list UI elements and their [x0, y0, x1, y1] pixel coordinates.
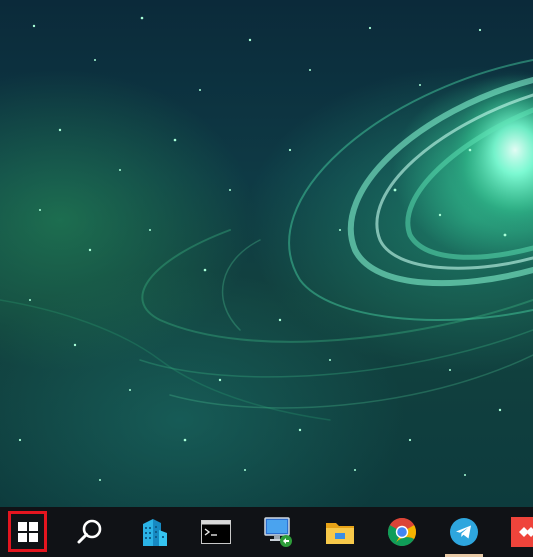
search-button[interactable] [66, 507, 114, 557]
taskbar-anydesk[interactable] [502, 507, 533, 557]
buildings-app-icon [143, 519, 167, 546]
folder-icon [326, 523, 354, 544]
taskbar-app-buildings[interactable] [130, 507, 178, 557]
chrome-icon [388, 518, 416, 546]
telegram-icon [450, 518, 478, 546]
desktop-wallpaper [0, 0, 533, 507]
taskbar [0, 507, 533, 557]
taskbar-remote-desktop[interactable] [254, 507, 302, 557]
windows-logo-icon [18, 522, 38, 542]
anydesk-icon [511, 517, 533, 547]
start-button[interactable] [4, 507, 52, 557]
taskbar-chrome[interactable] [378, 507, 426, 557]
search-icon [77, 519, 102, 544]
nebula-artwork [0, 16, 533, 481]
remote-desktop-icon [264, 517, 292, 547]
taskbar-file-explorer[interactable] [316, 507, 364, 557]
taskbar-telegram[interactable] [440, 507, 488, 557]
terminal-icon [201, 520, 231, 544]
taskbar-terminal[interactable] [192, 507, 240, 557]
